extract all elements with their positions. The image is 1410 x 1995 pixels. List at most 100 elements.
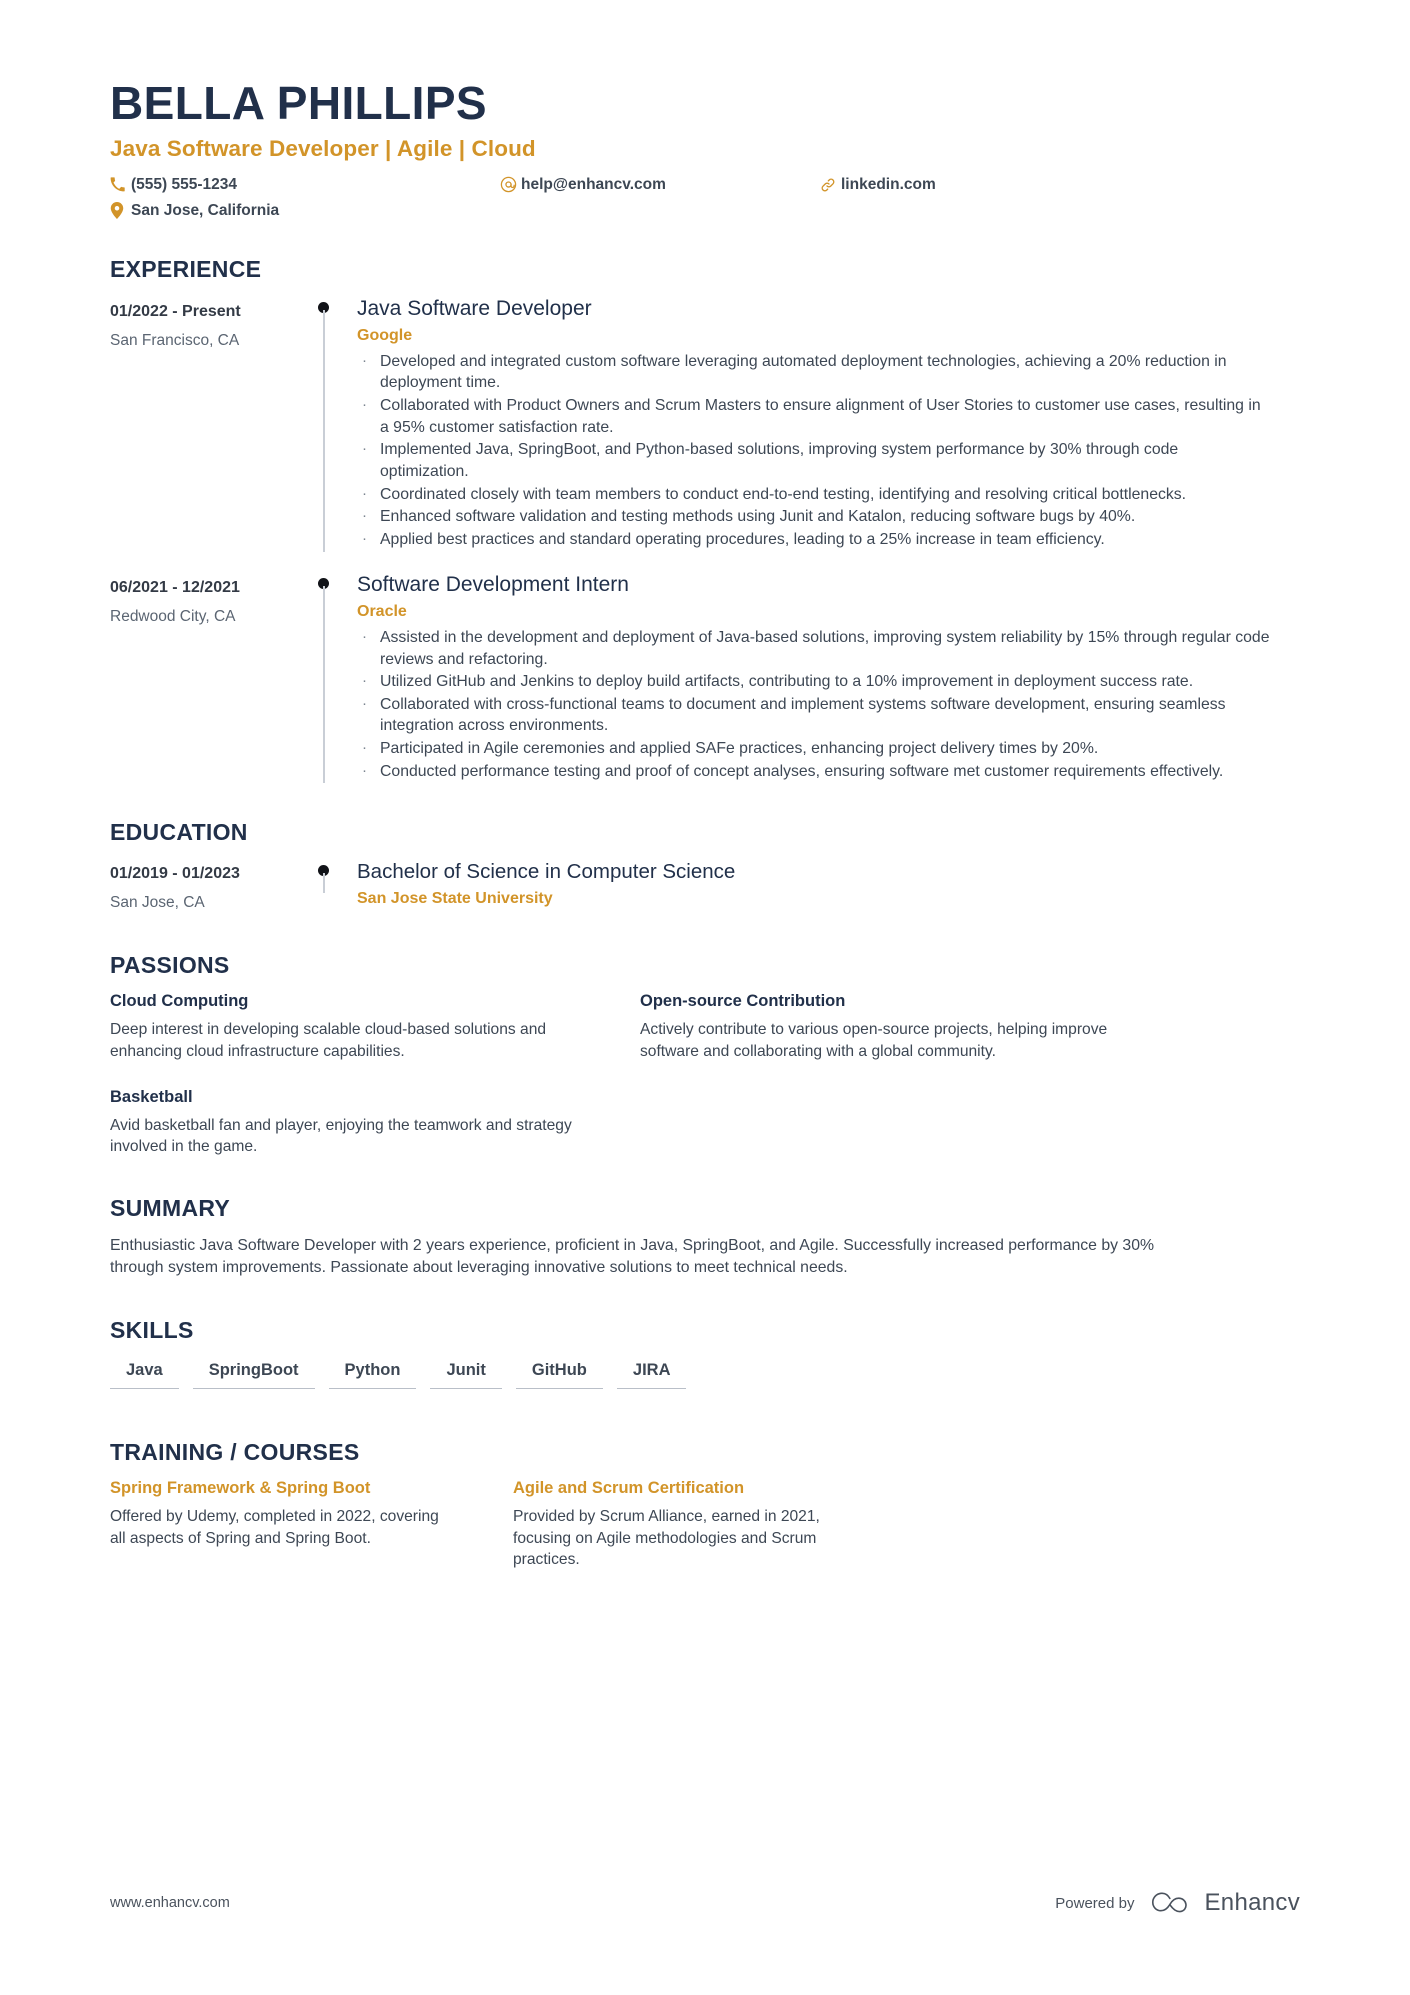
- contact-email-value: help@enhancv.com: [521, 175, 666, 193]
- bullet-dot-icon: ·: [362, 672, 367, 690]
- passion-item: Basketball Avid basketball fan and playe…: [110, 1088, 595, 1157]
- passions-grid: Cloud Computing Deep interest in develop…: [110, 992, 1300, 1157]
- email-icon: [500, 176, 521, 193]
- list-item: · Participated in Agile ceremonies and a…: [357, 738, 1300, 760]
- resume-page: BELLA PHILLIPS Java Software Developer |…: [0, 0, 1410, 1995]
- section-title-training: TRAINING / COURSES: [110, 1439, 360, 1466]
- contact-row: (555) 555-1234 help@enhancv.com linkedin…: [110, 172, 1110, 224]
- bullet-dot-icon: ·: [362, 761, 367, 779]
- education-school: San Jose State University: [357, 889, 553, 907]
- list-item: · Enhanced software validation and testi…: [357, 506, 1300, 528]
- list-item: · Coordinated closely with team members …: [357, 484, 1300, 506]
- education-date: 01/2019 - 01/2023: [110, 865, 240, 883]
- experience-date: 06/2021 - 12/2021: [110, 578, 240, 596]
- section-title-education: EDUCATION: [110, 819, 248, 846]
- training-item: Agile and Scrum Certification Provided b…: [513, 1479, 858, 1570]
- experience-bullets: · Developed and integrated custom softwa…: [357, 351, 1300, 551]
- list-item: · Utilized GitHub and Jenkins to deploy …: [357, 671, 1300, 693]
- contact-phone[interactable]: (555) 555-1234: [110, 172, 500, 198]
- resume-header: BELLA PHILLIPS Java Software Developer |…: [110, 0, 1300, 224]
- location-pin-icon: [110, 202, 131, 220]
- timeline-rail: [310, 572, 357, 784]
- bullet-text: Conducted performance testing and proof …: [380, 762, 1224, 780]
- passions-column-left: Cloud Computing Deep interest in develop…: [110, 992, 595, 1157]
- bullet-dot-icon: ·: [362, 440, 367, 458]
- bullet-text: Implemented Java, SpringBoot, and Python…: [380, 441, 1179, 481]
- resume-content: BELLA PHILLIPS Java Software Developer |…: [110, 0, 1300, 1570]
- section-experience: EXPERIENCE 01/2022 - Present San Francis…: [110, 256, 1300, 784]
- education-entry-meta: 01/2019 - 01/2023 San Jose, CA: [110, 859, 310, 912]
- section-title-summary: SUMMARY: [110, 1195, 231, 1222]
- page-footer: www.enhancv.com Powered by Enhancv: [110, 1889, 1300, 1917]
- experience-company: Oracle: [357, 602, 407, 620]
- training-title: Agile and Scrum Certification: [513, 1479, 745, 1498]
- summary-text: Enthusiastic Java Software Developer wit…: [110, 1237, 1155, 1277]
- timeline-line: [323, 873, 325, 894]
- section-passions: PASSIONS Cloud Computing Deep interest i…: [110, 952, 1300, 1157]
- bullet-dot-icon: ·: [362, 507, 367, 525]
- bullet-dot-icon: ·: [362, 739, 367, 757]
- job-title: Java Software Developer | Agile | Cloud: [110, 135, 536, 161]
- experience-entry-body: Java Software Developer Google · Develop…: [357, 296, 1300, 552]
- list-item: · Collaborated with Product Owners and S…: [357, 395, 1300, 438]
- passions-column-right: Open-source Contribution Actively contri…: [640, 992, 1125, 1157]
- list-item: · Collaborated with cross-functional tea…: [357, 694, 1300, 737]
- section-skills: SKILLS Java SpringBoot Python Junit GitH…: [110, 1317, 1300, 1399]
- footer-brand: Powered by Enhancv: [1055, 1889, 1300, 1917]
- education-degree: Bachelor of Science in Computer Science: [357, 860, 736, 884]
- bullet-text: Developed and integrated custom software…: [380, 352, 1227, 392]
- list-item: · Implemented Java, SpringBoot, and Pyth…: [357, 439, 1300, 482]
- training-title: Spring Framework & Spring Boot: [110, 1479, 371, 1498]
- education-entry-body: Bachelor of Science in Computer Science …: [357, 859, 1300, 912]
- contact-location: San Jose, California: [110, 198, 500, 224]
- bullet-text: Collaborated with Product Owners and Scr…: [380, 397, 1261, 436]
- timeline-rail: [310, 859, 357, 912]
- enhancv-logo-icon: [1148, 1890, 1192, 1916]
- section-title-passions: PASSIONS: [110, 952, 230, 979]
- link-icon: [820, 177, 841, 193]
- experience-bullets: · Assisted in the development and deploy…: [357, 627, 1300, 782]
- contact-location-value: San Jose, California: [131, 201, 280, 219]
- bullet-text: Collaborated with cross-functional teams…: [380, 695, 1226, 735]
- passion-text: Actively contribute to various open-sour…: [640, 1021, 1108, 1060]
- bullet-text: Applied best practices and standard oper…: [380, 530, 1105, 548]
- training-grid: Spring Framework & Spring Boot Offered b…: [110, 1479, 1300, 1570]
- experience-date: 01/2022 - Present: [110, 302, 241, 320]
- bullet-text: Utilized GitHub and Jenkins to deploy bu…: [380, 673, 1194, 691]
- contact-linkedin[interactable]: linkedin.com: [820, 172, 1100, 198]
- footer-url[interactable]: www.enhancv.com: [110, 1895, 230, 1911]
- section-title-experience: EXPERIENCE: [110, 255, 262, 282]
- list-item: · Assisted in the development and deploy…: [357, 627, 1300, 670]
- education-entry: 01/2019 - 01/2023 San Jose, CA Bachelor …: [110, 859, 1300, 912]
- passion-text: Avid basketball fan and player, enjoying…: [110, 1116, 572, 1155]
- contact-email[interactable]: help@enhancv.com: [500, 172, 820, 198]
- skill-chip: Junit: [430, 1357, 502, 1390]
- skill-chip: Python: [328, 1357, 417, 1390]
- bullet-dot-icon: ·: [362, 694, 367, 712]
- brand-name: Enhancv: [1204, 1889, 1300, 1916]
- experience-entry-meta: 01/2022 - Present San Francisco, CA: [110, 296, 310, 552]
- experience-entry: 06/2021 - 12/2021 Redwood City, CA Softw…: [110, 572, 1300, 784]
- experience-role: Software Development Intern: [357, 572, 629, 596]
- passion-item: Open-source Contribution Actively contri…: [640, 992, 1125, 1061]
- list-item: · Applied best practices and standard op…: [357, 529, 1300, 551]
- experience-entry: 01/2022 - Present San Francisco, CA Java…: [110, 296, 1300, 552]
- list-item: · Conducted performance testing and proo…: [357, 761, 1300, 783]
- bullet-dot-icon: ·: [362, 351, 367, 369]
- contact-phone-value: (555) 555-1234: [131, 175, 237, 193]
- skills-list: Java SpringBoot Python Junit GitHub JIRA: [110, 1357, 1300, 1399]
- bullet-dot-icon: ·: [362, 627, 367, 645]
- passion-title: Cloud Computing: [110, 992, 249, 1011]
- section-summary: SUMMARY Enthusiastic Java Software Devel…: [110, 1195, 1300, 1279]
- skill-chip: SpringBoot: [192, 1357, 315, 1390]
- bullet-text: Assisted in the development and deployme…: [380, 628, 1270, 668]
- bullet-dot-icon: ·: [362, 396, 367, 414]
- bullet-text: Participated in Agile ceremonies and app…: [380, 740, 1099, 758]
- experience-company: Google: [357, 326, 413, 344]
- list-item: · Developed and integrated custom softwa…: [357, 351, 1300, 394]
- passion-text: Deep interest in developing scalable clo…: [110, 1021, 547, 1060]
- skill-chip: Java: [110, 1357, 179, 1390]
- skill-chip: JIRA: [616, 1357, 687, 1390]
- skill-chip: GitHub: [515, 1357, 603, 1390]
- experience-entry-body: Software Development Intern Oracle · Ass…: [357, 572, 1300, 784]
